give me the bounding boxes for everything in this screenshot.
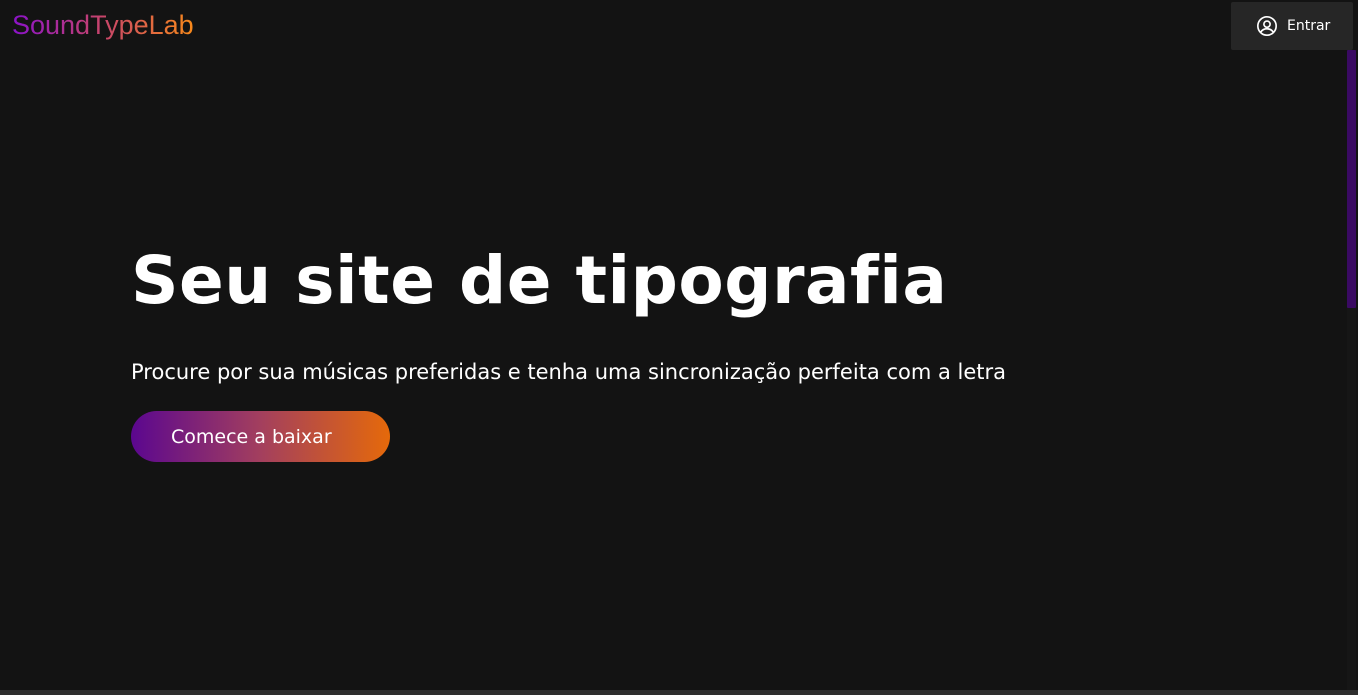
user-circle-icon bbox=[1256, 15, 1278, 37]
login-label: Entrar bbox=[1287, 18, 1331, 34]
bottom-divider bbox=[0, 690, 1358, 695]
hero-title: Seu site de tipografia bbox=[131, 242, 948, 319]
hero-subtitle: Procure por sua músicas preferidas e ten… bbox=[131, 360, 1007, 384]
start-download-button[interactable]: Comece a baixar bbox=[131, 411, 390, 462]
login-button[interactable]: Entrar bbox=[1231, 2, 1353, 50]
scrollbar-thumb[interactable] bbox=[1347, 50, 1356, 308]
site-logo[interactable]: SoundTypeLab bbox=[12, 8, 194, 42]
scrollbar[interactable] bbox=[1347, 50, 1356, 690]
